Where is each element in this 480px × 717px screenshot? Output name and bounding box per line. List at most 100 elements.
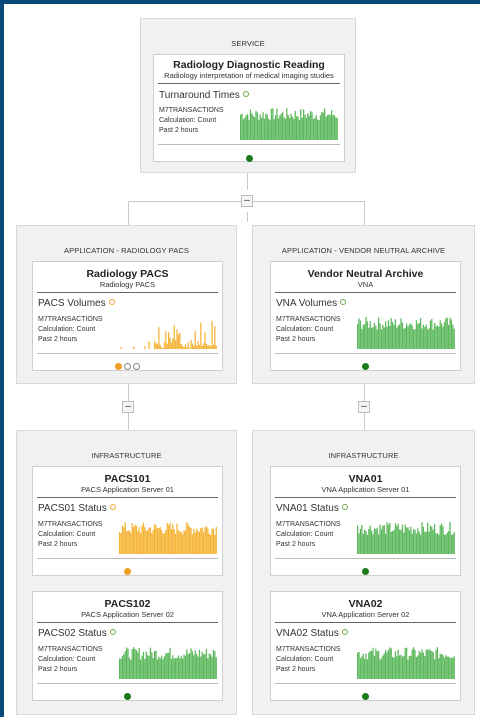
status-dot-ok[interactable] <box>362 693 369 700</box>
sparkline-bar <box>364 323 366 349</box>
sparkline-bar <box>390 531 392 554</box>
collapse-button-radiology-pacs[interactable]: – <box>122 401 134 413</box>
metric-title[interactable]: PACS02 Status <box>38 628 116 639</box>
sparkline-bar <box>194 650 196 679</box>
card-title: PACS101 <box>104 473 151 485</box>
sparkline-bar <box>198 649 201 679</box>
app-group-title: APPLICATION - VENDOR NEUTRAL ARCHIVE <box>281 246 446 255</box>
sparkline-bar <box>176 523 178 554</box>
sparkline-bar <box>389 522 391 554</box>
sparkline-bar <box>442 654 444 679</box>
metric-window: Past 2 hours <box>276 336 316 343</box>
sparkline-bar <box>211 320 213 349</box>
sparkline-bar <box>359 658 362 679</box>
sparkline-bar <box>179 531 181 554</box>
metric-status-icon <box>341 629 348 636</box>
card-divider <box>37 292 218 293</box>
metric-status-icon <box>242 91 249 98</box>
metric-title[interactable]: PACS Volumes <box>38 298 115 309</box>
radiology-pacs-card[interactable]: Radiology PACS Radiology PACS PACS Volum… <box>32 261 223 371</box>
sparkline-bar <box>128 530 131 554</box>
sparkline-bar <box>190 339 192 349</box>
sparkline-bar <box>196 528 198 554</box>
collapse-button-vendor-neutral-archive[interactable]: – <box>358 401 370 413</box>
sparkline-bar <box>314 117 316 140</box>
sparkline-bar <box>443 657 446 679</box>
sparkline-bar <box>383 525 385 554</box>
vna01-card[interactable]: VNA01 VNA Application Server 01 VNA01 St… <box>270 466 461 576</box>
sparkline-bar <box>154 341 156 349</box>
sparkline-chart <box>120 320 217 349</box>
sparkline-bar <box>276 108 278 140</box>
sparkline-bar <box>298 119 301 140</box>
status-dot-warning[interactable] <box>115 363 122 370</box>
card-footer-divider <box>275 558 456 559</box>
sparkline-bar <box>413 647 415 679</box>
sparkline-bar <box>429 650 432 679</box>
sparkline-bar <box>357 324 359 349</box>
sparkline-bar <box>445 534 447 554</box>
status-dot-warning[interactable] <box>124 568 131 575</box>
sparkline-bar <box>382 525 384 554</box>
sparkline-bar <box>156 659 159 679</box>
status-dot-empty[interactable] <box>124 363 131 370</box>
vna02-card[interactable]: VNA02 VNA Application Server 02 VNA02 St… <box>270 591 461 701</box>
sparkline-bar <box>427 329 429 349</box>
collapse-button-service[interactable]: – <box>241 195 253 207</box>
sparkline-bar <box>328 114 330 140</box>
sparkline-bar <box>307 113 309 140</box>
sparkline-bar <box>130 532 132 554</box>
sparkline-bar <box>380 329 383 349</box>
status-dot-ok[interactable] <box>362 363 369 370</box>
card-title: PACS102 <box>104 598 151 610</box>
metric-details: M7TRANSACTIONS Calculation: Count Past 2… <box>38 520 103 550</box>
infra-group-vna: INFRASTRUCTURE VNA01 VNA Application Ser… <box>252 430 475 715</box>
sparkline-bar <box>177 334 180 349</box>
status-dot-empty[interactable] <box>133 363 140 370</box>
sparkline-bar <box>161 655 163 679</box>
sparkline-bar <box>383 653 385 679</box>
sparkline-bar <box>289 117 291 140</box>
status-dot-ok[interactable] <box>245 155 253 162</box>
sparkline-bar <box>418 650 420 679</box>
status-dot-ok[interactable] <box>124 693 131 700</box>
metric-title[interactable]: PACS01 Status <box>38 503 116 514</box>
sparkline-bar <box>424 326 426 349</box>
sparkline-bar <box>270 108 273 140</box>
pacs102-card[interactable]: PACS102 PACS Application Server 02 PACS0… <box>32 591 223 701</box>
sparkline-bar <box>182 658 184 679</box>
sparkline-bar <box>155 650 157 679</box>
card-divider <box>37 497 218 498</box>
status-dot-ok[interactable] <box>362 568 369 575</box>
metric-details: M7TRANSACTIONS Calculation: Count Past 2… <box>38 645 103 675</box>
sparkline-bar <box>450 657 453 679</box>
vendor-neutral-archive-card[interactable]: Vendor Neutral Archive VNA VNA Volumes M… <box>270 261 461 371</box>
metric-title[interactable]: VNA02 Status <box>276 628 348 639</box>
sparkline-bar <box>147 655 149 679</box>
sparkline-bar <box>368 529 370 554</box>
sparkline-bar <box>418 322 420 349</box>
sparkline-bar <box>248 119 250 140</box>
metric-title[interactable]: Turnaround Times <box>159 90 249 101</box>
card-subtitle: PACS Application Server 01 <box>81 485 174 494</box>
sparkline-bar <box>297 116 299 140</box>
service-card[interactable]: Radiology Diagnostic Reading Radiology i… <box>153 54 345 162</box>
sparkline-bar <box>428 649 430 679</box>
sparkline-bar <box>135 525 138 554</box>
pacs101-card[interactable]: PACS101 PACS Application Server 01 PACS0… <box>32 466 223 576</box>
metric-title[interactable]: VNA01 Status <box>276 503 348 514</box>
metric-source: M7TRANSACTIONS <box>276 646 341 653</box>
sparkline-bar <box>393 324 395 349</box>
sparkline-bar <box>431 651 433 679</box>
sparkline-bar <box>371 327 373 349</box>
sparkline-bar <box>251 113 253 140</box>
sparkline-bar <box>186 649 188 679</box>
metric-title[interactable]: VNA Volumes <box>276 298 347 309</box>
sparkline-bar <box>310 111 312 140</box>
sparkline-bar <box>431 526 433 554</box>
sparkline-bar <box>358 318 360 349</box>
sparkline-bar <box>141 525 143 554</box>
sparkline-bar <box>168 525 170 554</box>
sparkline-bar <box>331 110 333 140</box>
metric-status-icon <box>341 504 348 511</box>
